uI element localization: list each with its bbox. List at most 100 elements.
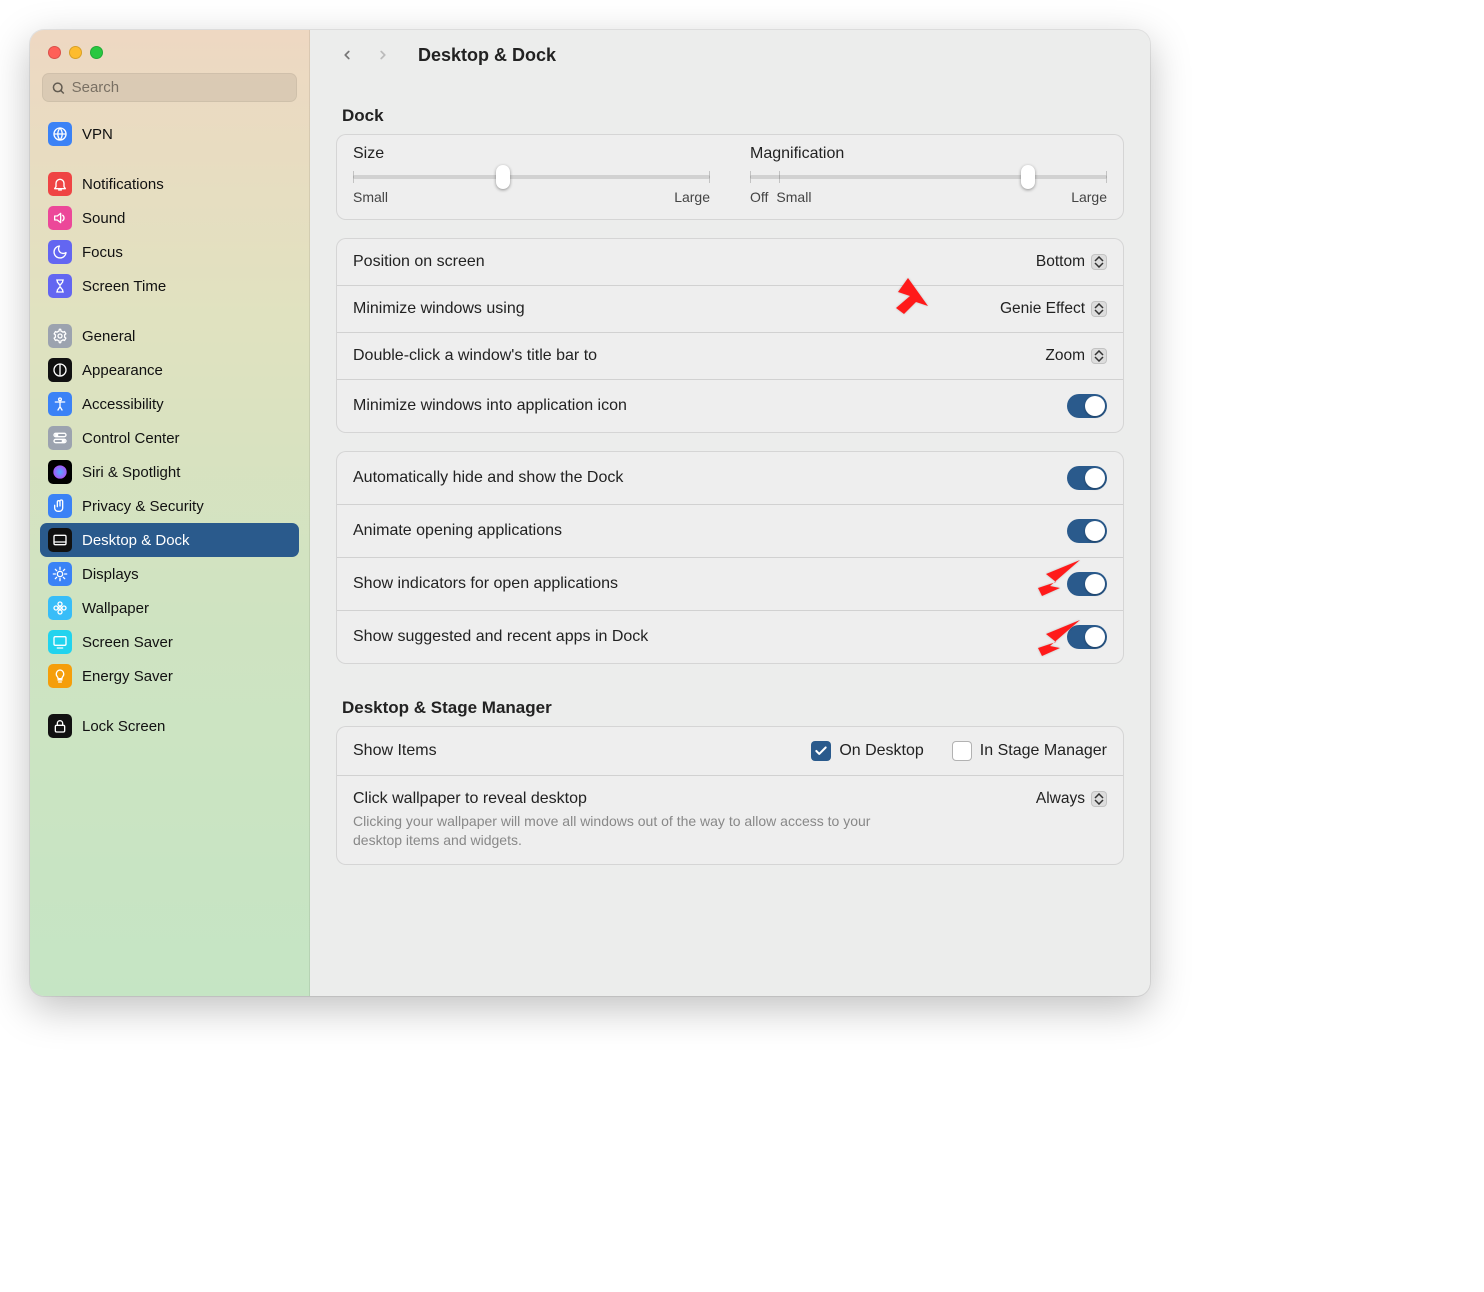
appearance-icon [48, 358, 72, 382]
sidebar-item-screen-saver[interactable]: Screen Saver [40, 625, 299, 659]
screensaver-icon [48, 630, 72, 654]
gear-icon [48, 324, 72, 348]
mag-max-label: Large [1071, 189, 1107, 205]
bulb-icon [48, 664, 72, 688]
maximize-button[interactable] [90, 46, 103, 59]
sidebar-item-label: Screen Time [82, 278, 166, 295]
reveal-desktop-select[interactable]: Always [1036, 790, 1107, 808]
toggle-animate-opening-applications[interactable] [1067, 519, 1107, 543]
setting-row-animate-opening-applications: Animate opening applications [337, 504, 1123, 557]
minimize-button[interactable] [69, 46, 82, 59]
on-desktop-checkbox[interactable] [811, 741, 831, 761]
sidebar-item-appearance[interactable]: Appearance [40, 353, 299, 387]
close-button[interactable] [48, 46, 61, 59]
select-minimize-windows-using[interactable]: Genie Effect [1000, 300, 1107, 318]
sidebar-item-accessibility[interactable]: Accessibility [40, 387, 299, 421]
in-stage-label: In Stage Manager [980, 742, 1107, 760]
hand-icon [48, 494, 72, 518]
speaker-icon [48, 206, 72, 230]
settings-window: VPN Notifications Sound Focus Screen Time Gen… [30, 30, 1150, 996]
show-items-label: Show Items [353, 742, 437, 760]
in-stage-checkbox[interactable] [952, 741, 972, 761]
dock-settings-group-1: Position on screenBottom Minimize window… [336, 238, 1124, 433]
toggle-automatically-hide-and-show-the-dock[interactable] [1067, 466, 1107, 490]
sidebar-item-label: Notifications [82, 176, 164, 193]
sidebar-item-label: Desktop & Dock [82, 532, 190, 549]
dock-size-slider[interactable] [353, 173, 710, 181]
sidebar-item-label: Focus [82, 244, 123, 261]
dock-magnification-group: Magnification Off Small Large [750, 145, 1107, 205]
lock-icon [48, 714, 72, 738]
dock-magnification-label: Magnification [750, 145, 1107, 163]
main-header: Desktop & Dock [310, 30, 1150, 80]
select-double-click-a-window-s-title-bar-to[interactable]: Zoom [1045, 347, 1107, 365]
setting-label: Minimize windows using [353, 300, 525, 318]
globe-icon [48, 122, 72, 146]
moon-icon [48, 240, 72, 264]
sidebar-item-wallpaper[interactable]: Wallpaper [40, 591, 299, 625]
siri-icon [48, 460, 72, 484]
setting-row-show-indicators-for-open-applications: Show indicators for open applications [337, 557, 1123, 610]
sidebar-item-label: VPN [82, 126, 113, 143]
accessibility-icon [48, 392, 72, 416]
sidebar-item-label: Wallpaper [82, 600, 149, 617]
on-desktop-label: On Desktop [839, 742, 923, 760]
annotation-arrow-2 [1034, 560, 1080, 601]
sidebar-item-sound[interactable]: Sound [40, 201, 299, 235]
reveal-desktop-desc: Clicking your wallpaper will move all wi… [353, 812, 873, 850]
sidebar-item-label: Privacy & Security [82, 498, 204, 515]
chevron-right-icon [376, 46, 390, 64]
dock-magnification-slider[interactable] [750, 173, 1107, 181]
nav-back-button[interactable] [336, 44, 358, 66]
sidebar-item-notifications[interactable]: Notifications [40, 167, 299, 201]
search-input[interactable] [72, 79, 288, 96]
annotation-arrow-3 [1034, 620, 1080, 661]
sun-icon [48, 562, 72, 586]
toggle-minimize-windows-into-application-icon[interactable] [1067, 394, 1107, 418]
sidebar-item-focus[interactable]: Focus [40, 235, 299, 269]
select-position-on-screen[interactable]: Bottom [1036, 253, 1107, 271]
sidebar-item-displays[interactable]: Displays [40, 557, 299, 591]
sidebar-item-vpn[interactable]: VPN [40, 117, 299, 151]
search-icon [51, 80, 66, 96]
nav-forward-button[interactable] [372, 44, 394, 66]
select-value: Bottom [1036, 253, 1085, 271]
reveal-desktop-row: Click wallpaper to reveal desktop Clicki… [337, 775, 1123, 864]
sidebar: VPN Notifications Sound Focus Screen Time Gen… [30, 30, 310, 996]
sidebar-item-label: Screen Saver [82, 634, 173, 651]
select-stepper-icon [1091, 791, 1107, 807]
check-icon [814, 744, 828, 758]
setting-label: Show suggested and recent apps in Dock [353, 628, 648, 646]
select-value: Genie Effect [1000, 300, 1085, 318]
window-controls [30, 30, 309, 73]
setting-row-automatically-hide-and-show-the-dock: Automatically hide and show the Dock [337, 452, 1123, 504]
sidebar-item-energy-saver[interactable]: Energy Saver [40, 659, 299, 693]
stage-panel: Show Items On Desktop In Stage Manager [336, 726, 1124, 865]
switches-icon [48, 426, 72, 450]
sidebar-item-label: Siri & Spotlight [82, 464, 180, 481]
sidebar-item-general[interactable]: General [40, 319, 299, 353]
setting-row-minimize-windows-using: Minimize windows using Genie Effect [337, 285, 1123, 332]
sidebar-item-control-center[interactable]: Control Center [40, 421, 299, 455]
page-title: Desktop & Dock [418, 45, 556, 66]
sidebar-item-lock-screen[interactable]: Lock Screen [40, 709, 299, 743]
sidebar-item-siri-spotlight[interactable]: Siri & Spotlight [40, 455, 299, 489]
sidebar-item-label: General [82, 328, 135, 345]
setting-label: Show indicators for open applications [353, 575, 618, 593]
sidebar-item-label: Sound [82, 210, 125, 227]
flower-icon [48, 596, 72, 620]
search-field[interactable] [42, 73, 297, 102]
sidebar-item-desktop-dock[interactable]: Desktop & Dock [40, 523, 299, 557]
bell-icon [48, 172, 72, 196]
sidebar-item-privacy-security[interactable]: Privacy & Security [40, 489, 299, 523]
dock-settings-group-2: Automatically hide and show the Dock Anim… [336, 451, 1124, 664]
sidebar-item-screen-time[interactable]: Screen Time [40, 269, 299, 303]
size-max-label: Large [674, 189, 710, 205]
sidebar-item-label: Appearance [82, 362, 163, 379]
dock-icon [48, 528, 72, 552]
sidebar-item-label: Accessibility [82, 396, 164, 413]
setting-row-double-click-a-window-s-title-bar-to: Double-click a window's title bar toZoom [337, 332, 1123, 379]
setting-label: Animate opening applications [353, 522, 562, 540]
mag-off-label: Off [750, 189, 768, 205]
dock-size-label: Size [353, 145, 710, 163]
